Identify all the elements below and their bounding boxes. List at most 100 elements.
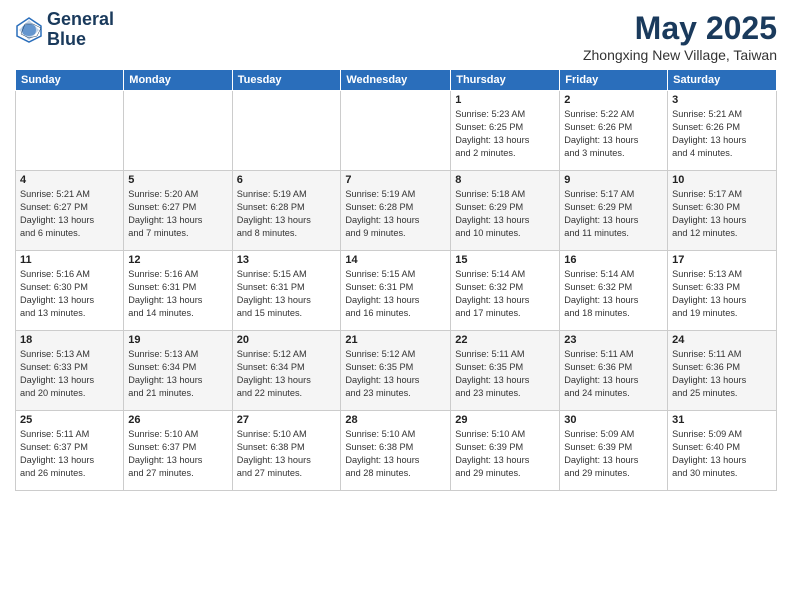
calendar-cell: 14 Sunrise: 5:15 AMSunset: 6:31 PMDayligh… <box>341 251 451 331</box>
calendar-cell: 29 Sunrise: 5:10 AMSunset: 6:39 PMDayligh… <box>451 411 560 491</box>
calendar-cell: 16 Sunrise: 5:14 AMSunset: 6:32 PMDayligh… <box>560 251 668 331</box>
calendar-cell: 3 Sunrise: 5:21 AMSunset: 6:26 PMDaylight… <box>668 91 777 171</box>
day-number: 28 <box>345 414 446 426</box>
day-content: Sunrise: 5:20 AMSunset: 6:27 PMDaylight:… <box>128 188 227 240</box>
calendar-cell: 12 Sunrise: 5:16 AMSunset: 6:31 PMDayligh… <box>124 251 232 331</box>
header: General Blue May 2025 Zhongxing New Vill… <box>15 10 777 63</box>
day-content: Sunrise: 5:17 AMSunset: 6:30 PMDaylight:… <box>672 188 772 240</box>
day-number: 18 <box>20 334 119 346</box>
day-content: Sunrise: 5:21 AMSunset: 6:26 PMDaylight:… <box>672 108 772 160</box>
calendar-week-2: 4Sunrise: 5:21 AMSunset: 6:27 PMDaylight… <box>16 171 777 251</box>
calendar-cell: 27 Sunrise: 5:10 AMSunset: 6:38 PMDayligh… <box>232 411 341 491</box>
calendar-cell: 28 Sunrise: 5:10 AMSunset: 6:38 PMDayligh… <box>341 411 451 491</box>
calendar-cell <box>124 91 232 171</box>
day-content: Sunrise: 5:10 AMSunset: 6:38 PMDaylight:… <box>345 428 446 480</box>
calendar-cell <box>232 91 341 171</box>
logo-line2: Blue <box>47 30 114 50</box>
day-content: Sunrise: 5:13 AMSunset: 6:33 PMDaylight:… <box>20 348 119 400</box>
calendar-week-3: 11 Sunrise: 5:16 AMSunset: 6:30 PMDayligh… <box>16 251 777 331</box>
weekday-header-friday: Friday <box>560 70 668 91</box>
day-number: 24 <box>672 334 772 346</box>
day-content: Sunrise: 5:22 AMSunset: 6:26 PMDaylight:… <box>564 108 663 160</box>
day-number: 1 <box>455 94 555 106</box>
weekday-header-sunday: Sunday <box>16 70 124 91</box>
calendar-week-5: 25 Sunrise: 5:11 AMSunset: 6:37 PMDayligh… <box>16 411 777 491</box>
day-number: 23 <box>564 334 663 346</box>
day-number: 15 <box>455 254 555 266</box>
day-content: Sunrise: 5:15 AMSunset: 6:31 PMDaylight:… <box>237 268 337 320</box>
day-number: 13 <box>237 254 337 266</box>
day-number: 8 <box>455 174 555 186</box>
day-content: Sunrise: 5:09 AMSunset: 6:40 PMDaylight:… <box>672 428 772 480</box>
calendar-cell: 9Sunrise: 5:17 AMSunset: 6:29 PMDaylight… <box>560 171 668 251</box>
day-content: Sunrise: 5:11 AMSunset: 6:36 PMDaylight:… <box>672 348 772 400</box>
day-number: 21 <box>345 334 446 346</box>
calendar-cell: 1 Sunrise: 5:23 AMSunset: 6:25 PMDaylight… <box>451 91 560 171</box>
day-content: Sunrise: 5:10 AMSunset: 6:39 PMDaylight:… <box>455 428 555 480</box>
calendar-table: SundayMondayTuesdayWednesdayThursdayFrid… <box>15 69 777 491</box>
day-content: Sunrise: 5:19 AMSunset: 6:28 PMDaylight:… <box>237 188 337 240</box>
calendar-cell <box>341 91 451 171</box>
calendar-cell: 30 Sunrise: 5:09 AMSunset: 6:39 PMDayligh… <box>560 411 668 491</box>
day-content: Sunrise: 5:16 AMSunset: 6:30 PMDaylight:… <box>20 268 119 320</box>
calendar-cell: 21 Sunrise: 5:12 AMSunset: 6:35 PMDayligh… <box>341 331 451 411</box>
calendar-cell: 26 Sunrise: 5:10 AMSunset: 6:37 PMDayligh… <box>124 411 232 491</box>
day-content: Sunrise: 5:11 AMSunset: 6:37 PMDaylight:… <box>20 428 119 480</box>
day-number: 2 <box>564 94 663 106</box>
calendar-cell: 5 Sunrise: 5:20 AMSunset: 6:27 PMDaylight… <box>124 171 232 251</box>
weekday-header-monday: Monday <box>124 70 232 91</box>
calendar-cell: 25 Sunrise: 5:11 AMSunset: 6:37 PMDayligh… <box>16 411 124 491</box>
day-content: Sunrise: 5:13 AMSunset: 6:34 PMDaylight:… <box>128 348 227 400</box>
day-number: 9 <box>564 174 663 186</box>
calendar-cell: 31 Sunrise: 5:09 AMSunset: 6:40 PMDayligh… <box>668 411 777 491</box>
day-content: Sunrise: 5:12 AMSunset: 6:35 PMDaylight:… <box>345 348 446 400</box>
subtitle: Zhongxing New Village, Taiwan <box>583 47 777 63</box>
calendar-cell: 4Sunrise: 5:21 AMSunset: 6:27 PMDaylight… <box>16 171 124 251</box>
day-number: 26 <box>128 414 227 426</box>
day-number: 11 <box>20 254 119 266</box>
weekday-header-tuesday: Tuesday <box>232 70 341 91</box>
day-content: Sunrise: 5:23 AMSunset: 6:25 PMDaylight:… <box>455 108 555 160</box>
day-number: 27 <box>237 414 337 426</box>
day-number: 30 <box>564 414 663 426</box>
calendar-cell: 20Sunrise: 5:12 AMSunset: 6:34 PMDayligh… <box>232 331 341 411</box>
day-number: 7 <box>345 174 446 186</box>
day-number: 14 <box>345 254 446 266</box>
logo-icon <box>15 16 43 44</box>
day-content: Sunrise: 5:11 AMSunset: 6:35 PMDaylight:… <box>455 348 555 400</box>
day-content: Sunrise: 5:13 AMSunset: 6:33 PMDaylight:… <box>672 268 772 320</box>
calendar-week-4: 18 Sunrise: 5:13 AMSunset: 6:33 PMDayligh… <box>16 331 777 411</box>
calendar-cell: 19 Sunrise: 5:13 AMSunset: 6:34 PMDayligh… <box>124 331 232 411</box>
calendar-cell: 18 Sunrise: 5:13 AMSunset: 6:33 PMDayligh… <box>16 331 124 411</box>
day-content: Sunrise: 5:11 AMSunset: 6:36 PMDaylight:… <box>564 348 663 400</box>
main-title: May 2025 <box>583 10 777 47</box>
day-content: Sunrise: 5:14 AMSunset: 6:32 PMDaylight:… <box>564 268 663 320</box>
day-content: Sunrise: 5:18 AMSunset: 6:29 PMDaylight:… <box>455 188 555 240</box>
day-number: 3 <box>672 94 772 106</box>
day-number: 29 <box>455 414 555 426</box>
day-number: 16 <box>564 254 663 266</box>
calendar-cell: 6Sunrise: 5:19 AMSunset: 6:28 PMDaylight… <box>232 171 341 251</box>
weekday-header-saturday: Saturday <box>668 70 777 91</box>
calendar-cell: 10Sunrise: 5:17 AMSunset: 6:30 PMDayligh… <box>668 171 777 251</box>
logo-text: General Blue <box>47 10 114 50</box>
day-number: 5 <box>128 174 227 186</box>
day-number: 17 <box>672 254 772 266</box>
calendar-cell: 11 Sunrise: 5:16 AMSunset: 6:30 PMDayligh… <box>16 251 124 331</box>
day-content: Sunrise: 5:19 AMSunset: 6:28 PMDaylight:… <box>345 188 446 240</box>
day-number: 19 <box>128 334 227 346</box>
weekday-header-thursday: Thursday <box>451 70 560 91</box>
day-number: 12 <box>128 254 227 266</box>
day-number: 31 <box>672 414 772 426</box>
calendar-page: General Blue May 2025 Zhongxing New Vill… <box>0 0 792 612</box>
day-content: Sunrise: 5:09 AMSunset: 6:39 PMDaylight:… <box>564 428 663 480</box>
day-number: 20 <box>237 334 337 346</box>
day-content: Sunrise: 5:10 AMSunset: 6:37 PMDaylight:… <box>128 428 227 480</box>
day-number: 25 <box>20 414 119 426</box>
weekday-header-row: SundayMondayTuesdayWednesdayThursdayFrid… <box>16 70 777 91</box>
day-content: Sunrise: 5:16 AMSunset: 6:31 PMDaylight:… <box>128 268 227 320</box>
day-content: Sunrise: 5:15 AMSunset: 6:31 PMDaylight:… <box>345 268 446 320</box>
calendar-cell: 22 Sunrise: 5:11 AMSunset: 6:35 PMDayligh… <box>451 331 560 411</box>
day-content: Sunrise: 5:10 AMSunset: 6:38 PMDaylight:… <box>237 428 337 480</box>
day-number: 22 <box>455 334 555 346</box>
